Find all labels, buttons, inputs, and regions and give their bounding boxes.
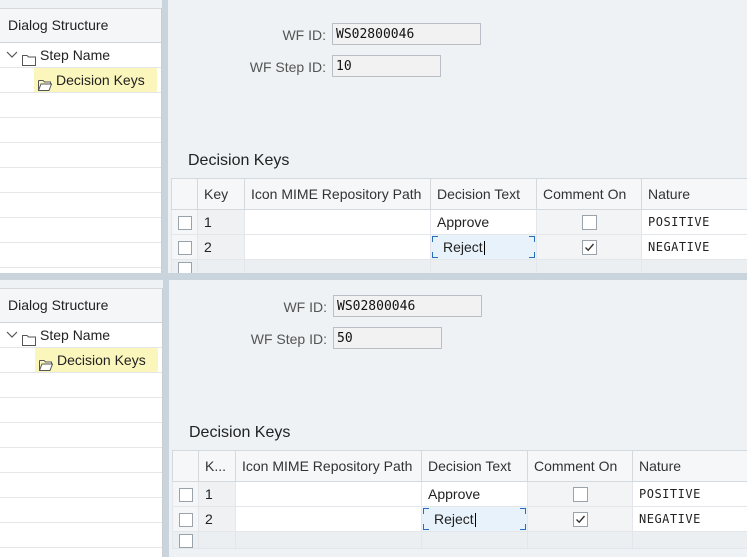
folder-open-icon <box>39 354 54 371</box>
section-title: Decision Keys <box>189 424 291 441</box>
decision-keys-table: Key Icon MIME Repository Path Decision T… <box>171 178 747 273</box>
key-cell: 2 <box>197 234 245 260</box>
nature-cell[interactable]: POSITIVE <box>641 209 747 235</box>
folder-icon <box>22 329 36 346</box>
column-header-nature[interactable]: Nature <box>641 178 747 210</box>
select-all-header[interactable] <box>172 450 199 482</box>
column-header-comment-on[interactable]: Comment On <box>527 450 633 482</box>
row-selector[interactable] <box>172 530 199 550</box>
tree-header: Dialog Structure <box>0 289 162 323</box>
comment-on-checkbox-checked[interactable] <box>572 512 588 528</box>
column-header-decision-text[interactable]: Decision Text <box>430 178 537 210</box>
wf-id-field[interactable]: WS02800046 <box>333 295 482 317</box>
decision-text-cell-editing[interactable]: Reject <box>430 234 537 260</box>
wf-id-label: WF ID: <box>282 27 326 43</box>
table-row: 1 Approve POSITIVE <box>171 209 747 235</box>
nature-cell[interactable]: POSITIVE <box>632 481 747 507</box>
decision-text-value: Reject <box>443 238 483 255</box>
comment-on-cell[interactable] <box>527 481 633 507</box>
icon-path-cell[interactable] <box>235 506 422 532</box>
key-cell: 1 <box>197 209 245 235</box>
tree-node-label: Step Name <box>40 327 111 343</box>
row-selector[interactable] <box>171 258 198 273</box>
customizing-panel-1: Dialog Structure Step Name Decision Keys <box>0 0 747 273</box>
comment-on-cell[interactable] <box>536 209 642 235</box>
select-all-header[interactable] <box>171 178 198 210</box>
column-header-icon-path[interactable]: Icon MIME Repository Path <box>244 178 431 210</box>
icon-path-cell[interactable] <box>244 209 431 235</box>
column-header-icon-path[interactable]: Icon MIME Repository Path <box>235 450 422 482</box>
text-cursor <box>483 241 485 256</box>
wf-step-id-label: WF Step ID: <box>250 331 327 347</box>
tree-header: Dialog Structure <box>0 9 161 43</box>
tree-node-label: Decision Keys <box>56 72 145 88</box>
section-title: Decision Keys <box>188 152 290 169</box>
table-row-empty <box>172 530 747 550</box>
chevron-down-icon[interactable] <box>6 323 18 347</box>
detail-form: WF ID: WS02800046 WF Step ID: 50 Decisio… <box>169 280 747 557</box>
tree-node-step-name[interactable]: Step Name <box>6 323 110 347</box>
text-cursor <box>474 513 476 528</box>
table-row: 2 Reject NEGATIVE <box>171 234 747 260</box>
tree-node-decision-keys[interactable]: Decision Keys <box>35 348 158 372</box>
column-header-comment-on[interactable]: Comment On <box>536 178 642 210</box>
folder-open-icon <box>38 74 53 91</box>
decision-text-cell[interactable]: Approve <box>421 481 528 507</box>
tree-node-label: Step Name <box>40 47 111 63</box>
wf-step-id-label: WF Step ID: <box>249 59 326 75</box>
table-row-empty <box>171 258 747 273</box>
wf-id-field[interactable]: WS02800046 <box>332 23 481 45</box>
dialog-structure-tree: Dialog Structure Step Name Decision Keys <box>0 288 163 557</box>
comment-on-checkbox[interactable] <box>581 215 597 231</box>
column-header-key[interactable]: Key <box>197 178 245 210</box>
decision-text-cell[interactable]: Approve <box>430 209 537 235</box>
tree-node-label: Decision Keys <box>57 352 146 368</box>
row-selector[interactable] <box>171 209 198 235</box>
dialog-structure-tree: Dialog Structure Step Name Decision Keys <box>0 8 162 273</box>
column-header-key[interactable]: K... <box>198 450 236 482</box>
wf-step-id-field[interactable]: 10 <box>332 55 441 77</box>
comment-on-cell[interactable] <box>536 234 642 260</box>
icon-path-cell[interactable] <box>235 481 422 507</box>
wf-id-label: WF ID: <box>283 299 327 315</box>
key-cell: 1 <box>198 481 236 507</box>
table-row: 1 Approve POSITIVE <box>172 481 747 507</box>
decision-keys-table: K... Icon MIME Repository Path Decision … <box>172 450 747 550</box>
column-header-decision-text[interactable]: Decision Text <box>421 450 528 482</box>
customizing-panel-2: Dialog Structure Step Name Decision Keys <box>0 280 747 557</box>
folder-icon <box>22 49 36 66</box>
comment-on-checkbox[interactable] <box>572 487 588 503</box>
detail-form: WF ID: WS02800046 WF Step ID: 10 Decisio… <box>168 0 747 273</box>
row-selector[interactable] <box>171 234 198 260</box>
row-selector[interactable] <box>172 481 199 507</box>
row-selector[interactable] <box>172 506 199 532</box>
chevron-down-icon[interactable] <box>6 43 18 67</box>
comment-on-checkbox-checked[interactable] <box>581 240 597 256</box>
icon-path-cell[interactable] <box>244 234 431 260</box>
wf-step-id-field[interactable]: 50 <box>333 327 442 349</box>
column-header-nature[interactable]: Nature <box>632 450 747 482</box>
nature-cell[interactable]: NEGATIVE <box>632 506 747 532</box>
tree-node-step-name[interactable]: Step Name <box>6 43 110 67</box>
key-cell: 2 <box>198 506 236 532</box>
comment-on-cell[interactable] <box>527 506 633 532</box>
tree-node-decision-keys[interactable]: Decision Keys <box>34 68 157 92</box>
decision-text-value: Reject <box>434 510 474 527</box>
table-row: 2 Reject NEGATIVE <box>172 506 747 532</box>
nature-cell[interactable]: NEGATIVE <box>641 234 747 260</box>
decision-text-cell-editing[interactable]: Reject <box>421 506 528 532</box>
